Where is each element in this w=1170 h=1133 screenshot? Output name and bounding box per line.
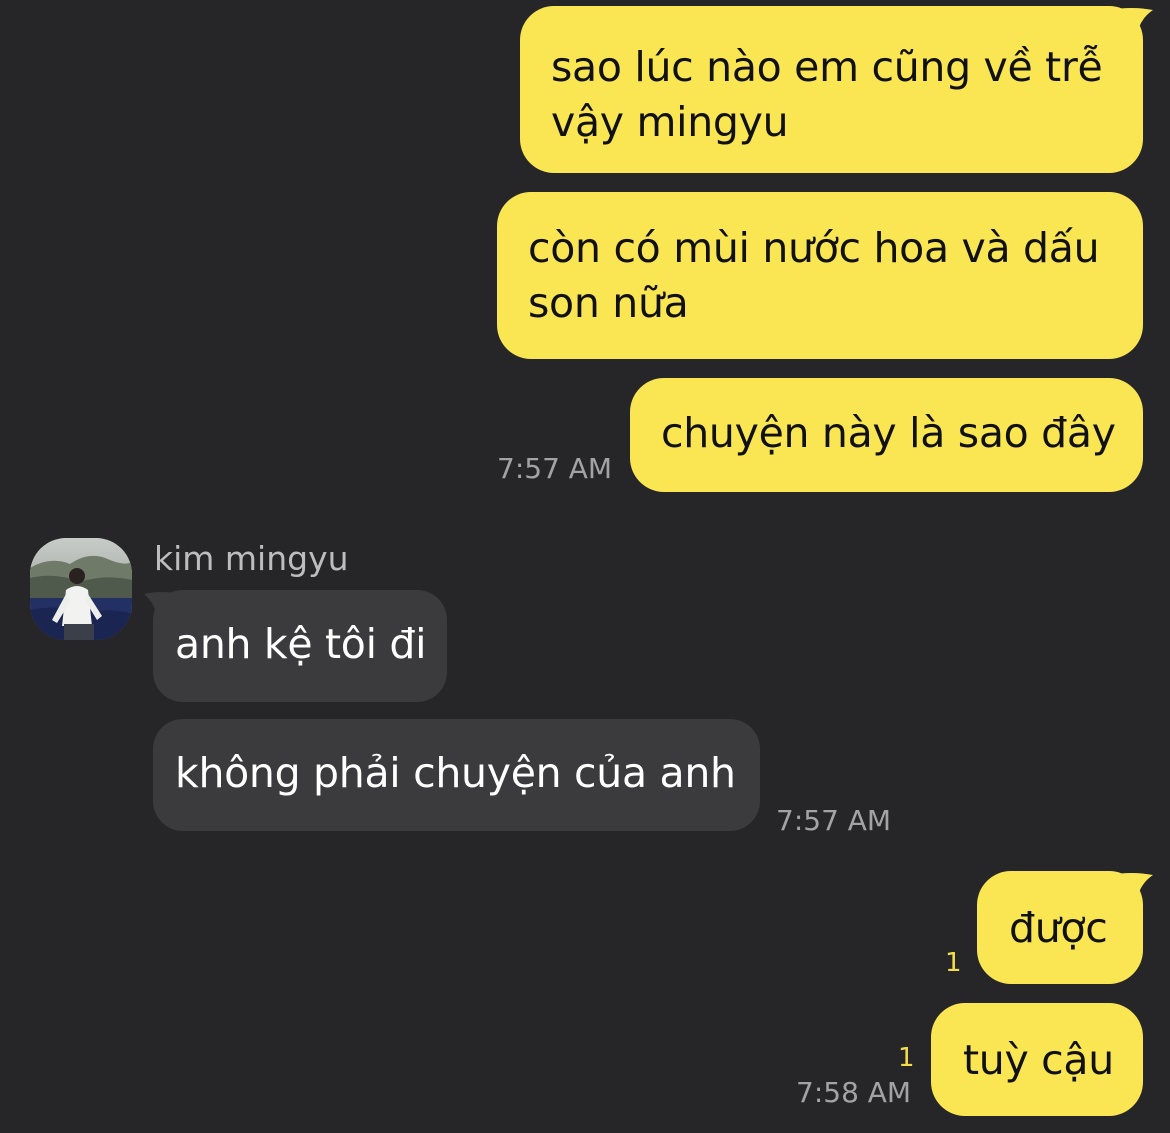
incoming-message-bubble[interactable]: anh kệ tôi đi xyxy=(153,590,447,702)
unread-count: 1 xyxy=(898,1043,915,1073)
outgoing-message-bubble[interactable]: sao lúc nào em cũng về trễ vậy mingyu xyxy=(520,6,1143,173)
message-text-line: sao lúc nào em cũng về trễ xyxy=(551,43,1103,91)
outgoing-message-bubble[interactable]: tuỳ cậu xyxy=(931,1003,1143,1116)
message-timestamp: 7:57 AM xyxy=(776,804,892,837)
message-text: tuỳ cậu xyxy=(963,1036,1114,1084)
incoming-message-bubble[interactable]: không phải chuyện của anh xyxy=(153,719,760,831)
message-text-line: vậy mingyu xyxy=(551,98,789,146)
message-text: anh kệ tôi đi xyxy=(175,620,427,668)
profile-photo-icon xyxy=(30,538,132,640)
bubble-tail xyxy=(1108,8,1153,40)
message-timestamp: 7:58 AM xyxy=(796,1076,912,1109)
message-timestamp: 7:57 AM xyxy=(497,452,613,485)
message-text-line: son nữa xyxy=(528,279,689,327)
message-text: không phải chuyện của anh xyxy=(175,749,736,797)
message-text: được xyxy=(1009,904,1108,952)
outgoing-message-bubble[interactable]: chuyện này là sao đây xyxy=(630,378,1143,492)
contact-avatar[interactable] xyxy=(30,538,132,640)
bubble-tail xyxy=(1108,873,1153,905)
message-text: chuyện này là sao đây xyxy=(661,409,1116,457)
unread-count: 1 xyxy=(945,948,962,978)
bubble-tail xyxy=(144,592,182,622)
message-text-line: còn có mùi nước hoa và dấu xyxy=(528,224,1100,272)
outgoing-message-bubble[interactable]: còn có mùi nước hoa và dấu son nữa xyxy=(497,192,1143,359)
contact-name: kim mingyu xyxy=(154,539,349,578)
